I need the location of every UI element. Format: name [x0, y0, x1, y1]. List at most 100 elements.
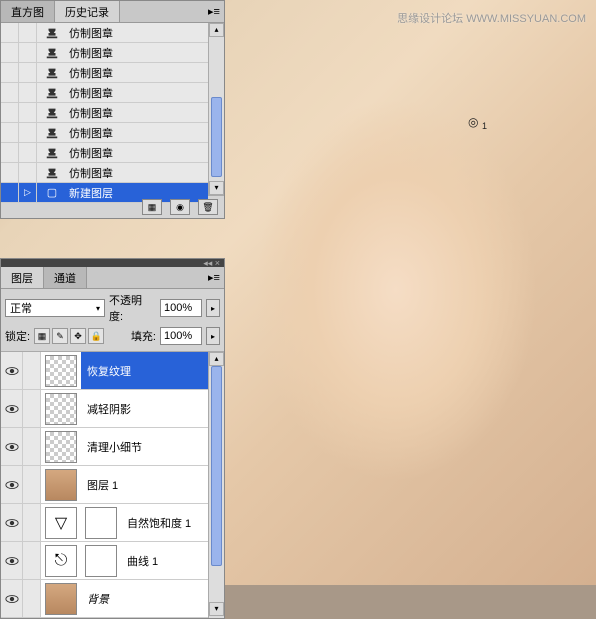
- history-marker-col[interactable]: [19, 83, 37, 102]
- tab-histogram[interactable]: 直方图: [1, 1, 55, 22]
- stamp-icon: [37, 86, 67, 100]
- layer-mask-thumb[interactable]: [85, 545, 117, 577]
- history-source-col[interactable]: [1, 183, 19, 202]
- lock-pixels-icon[interactable]: ✎: [52, 328, 68, 344]
- history-item[interactable]: 仿制图章: [1, 23, 208, 43]
- layer-link-col[interactable]: [23, 580, 41, 617]
- layer-item[interactable]: 背景: [1, 580, 208, 618]
- history-item[interactable]: 仿制图章: [1, 123, 208, 143]
- layer-link-col[interactable]: [23, 428, 41, 465]
- scroll-down-icon[interactable]: ▾: [209, 602, 224, 616]
- layer-link-col[interactable]: [23, 542, 41, 579]
- visibility-eye-icon[interactable]: [1, 580, 23, 617]
- history-marker-col[interactable]: [19, 163, 37, 182]
- layer-item[interactable]: 减轻阴影: [1, 390, 208, 428]
- scroll-up-icon[interactable]: ▴: [209, 23, 224, 37]
- stamp-icon: [37, 126, 67, 140]
- history-marker-col[interactable]: [19, 123, 37, 142]
- layers-list[interactable]: 恢复纹理减轻阴影清理小细节图层 1▽ 自然饱和度 1 ⎋ 曲线 1背景: [1, 352, 208, 618]
- visibility-eye-icon[interactable]: [1, 390, 23, 427]
- history-marker-col[interactable]: [19, 63, 37, 82]
- layer-name[interactable]: 图层 1: [81, 466, 208, 503]
- visibility-eye-icon[interactable]: [1, 352, 23, 389]
- layer-item[interactable]: 清理小细节: [1, 428, 208, 466]
- visibility-eye-icon[interactable]: [1, 428, 23, 465]
- history-source-col[interactable]: [1, 163, 19, 182]
- layer-thumbnail[interactable]: ⎋: [45, 545, 77, 577]
- layer-item[interactable]: ▽ 自然饱和度 1: [1, 504, 208, 542]
- layer-thumbnail[interactable]: [45, 469, 77, 501]
- blend-mode-dropdown[interactable]: 正常 ▾: [5, 299, 105, 317]
- panel-menu-icon[interactable]: ▸≡: [204, 267, 224, 288]
- layer-link-col[interactable]: [23, 390, 41, 427]
- history-item[interactable]: 仿制图章: [1, 43, 208, 63]
- visibility-eye-icon[interactable]: [1, 504, 23, 541]
- layer-name[interactable]: 曲线 1: [121, 542, 208, 579]
- visibility-eye-icon[interactable]: [1, 466, 23, 503]
- history-source-col[interactable]: [1, 23, 19, 42]
- opacity-flyout-icon[interactable]: ▸: [206, 299, 220, 317]
- layer-link-col[interactable]: [23, 466, 41, 503]
- layer-thumbnail[interactable]: [45, 355, 77, 387]
- layer-item[interactable]: 图层 1: [1, 466, 208, 504]
- history-item[interactable]: 仿制图章: [1, 103, 208, 123]
- history-source-col[interactable]: [1, 43, 19, 62]
- layer-link-col[interactable]: [23, 504, 41, 541]
- layers-tabs: 图层 通道 ▸≡: [1, 267, 224, 289]
- history-marker-col[interactable]: ▷: [19, 183, 37, 202]
- history-item-label: 仿制图章: [67, 45, 208, 61]
- scroll-thumb[interactable]: [211, 366, 222, 566]
- tab-history[interactable]: 历史记录: [55, 1, 120, 22]
- fill-input[interactable]: [160, 327, 202, 345]
- layer-thumbnail[interactable]: [45, 583, 77, 615]
- scroll-down-icon[interactable]: ▾: [209, 181, 224, 195]
- layer-item[interactable]: ⎋ 曲线 1: [1, 542, 208, 580]
- layers-scrollbar[interactable]: ▴ ▾: [208, 352, 224, 618]
- history-list[interactable]: 仿制图章仿制图章仿制图章仿制图章仿制图章仿制图章仿制图章仿制图章▷▢新建图层: [1, 23, 208, 195]
- layer-thumbnail[interactable]: ▽: [45, 507, 77, 539]
- snapshot-icon[interactable]: ◉: [170, 199, 190, 215]
- history-item[interactable]: 仿制图章: [1, 83, 208, 103]
- trash-icon[interactable]: 🗑: [198, 199, 218, 215]
- history-item[interactable]: 仿制图章: [1, 163, 208, 183]
- visibility-eye-icon[interactable]: [1, 542, 23, 579]
- panel-menu-icon[interactable]: ▸≡: [204, 1, 224, 22]
- history-item[interactable]: 仿制图章: [1, 63, 208, 83]
- history-item[interactable]: 仿制图章: [1, 143, 208, 163]
- layer-name[interactable]: 恢复纹理: [81, 352, 208, 389]
- history-marker-col[interactable]: [19, 143, 37, 162]
- tab-channels[interactable]: 通道: [44, 267, 87, 288]
- opacity-input[interactable]: [160, 299, 202, 317]
- layer-link-col[interactable]: [23, 352, 41, 389]
- history-marker-col[interactable]: [19, 23, 37, 42]
- lock-transparency-icon[interactable]: ▦: [34, 328, 50, 344]
- layer-name[interactable]: 减轻阴影: [81, 390, 208, 427]
- stamp-icon: [37, 46, 67, 60]
- layer-name[interactable]: 自然饱和度 1: [121, 504, 208, 541]
- history-source-col[interactable]: [1, 83, 19, 102]
- layer-name[interactable]: 背景: [81, 580, 208, 617]
- lock-position-icon[interactable]: ✥: [70, 328, 86, 344]
- create-document-icon[interactable]: ▦: [142, 199, 162, 215]
- tab-layers[interactable]: 图层: [1, 267, 44, 288]
- layer-mask-thumb[interactable]: [85, 507, 117, 539]
- layer-name[interactable]: 清理小细节: [81, 428, 208, 465]
- panel-grip[interactable]: ◂◂ ×: [1, 259, 224, 267]
- history-source-col[interactable]: [1, 123, 19, 142]
- fill-flyout-icon[interactable]: ▸: [206, 327, 220, 345]
- history-source-col[interactable]: [1, 103, 19, 122]
- history-source-col[interactable]: [1, 143, 19, 162]
- history-scrollbar[interactable]: ▴ ▾: [208, 23, 224, 195]
- scroll-thumb[interactable]: [211, 97, 222, 177]
- lock-all-icon[interactable]: 🔒: [88, 328, 104, 344]
- history-source-col[interactable]: [1, 63, 19, 82]
- history-marker-col[interactable]: [19, 43, 37, 62]
- layer-item[interactable]: 恢复纹理: [1, 352, 208, 390]
- scroll-up-icon[interactable]: ▴: [209, 352, 224, 366]
- layer-thumbnail[interactable]: [45, 431, 77, 463]
- layer-thumbnail[interactable]: [45, 393, 77, 425]
- history-marker-col[interactable]: [19, 103, 37, 122]
- opacity-label: 不透明度:: [109, 292, 156, 324]
- history-panel: 直方图 历史记录 ▸≡ 仿制图章仿制图章仿制图章仿制图章仿制图章仿制图章仿制图章…: [0, 0, 225, 219]
- stamp-icon: [37, 106, 67, 120]
